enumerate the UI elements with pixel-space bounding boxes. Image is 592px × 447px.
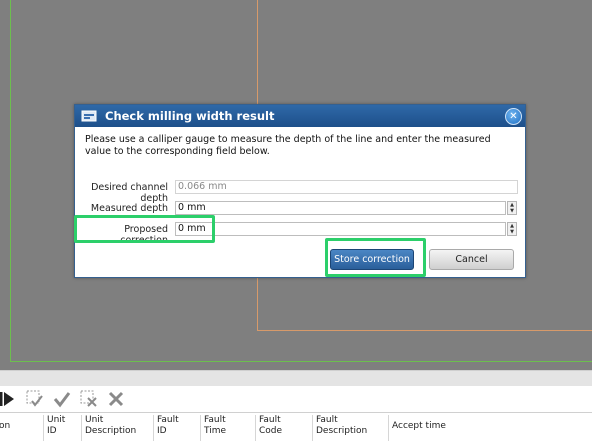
panel-splitter[interactable] <box>0 370 592 386</box>
column-header-fault-description[interactable]: Fault Description <box>312 415 388 441</box>
dialog-instructions: Please use a calliper gauge to measure t… <box>85 134 491 157</box>
fault-grid-header: on Unit ID Unit Description Fault ID Fault T… <box>0 413 592 444</box>
dialog-title: Check milling width result <box>105 109 275 123</box>
column-header-fault-code[interactable]: Fault Code <box>255 415 312 441</box>
workspace-left-border <box>10 0 11 362</box>
column-header-action[interactable]: on <box>0 421 10 447</box>
measured-depth-spinner[interactable]: ▲ ▼ <box>507 201 517 215</box>
highlight-store-correction <box>325 238 426 277</box>
delete-outline-icon[interactable] <box>79 389 99 409</box>
proposed-correction-input[interactable]: 0 mm <box>175 222 506 236</box>
dialog-titlebar[interactable]: Check milling width result ✕ <box>75 105 525 127</box>
column-header-fault-time[interactable]: Fault Time <box>200 415 255 441</box>
column-header-unit-description[interactable]: Unit Description <box>81 415 153 441</box>
measured-depth-label: Measured depth <box>90 203 168 214</box>
app-logo-icon <box>81 108 97 124</box>
proposed-correction-spinner[interactable]: ▲ ▼ <box>507 222 517 236</box>
check-milling-dialog: Check milling width result ✕ Please use … <box>74 104 526 278</box>
desired-depth-label: Desired channel depth <box>91 182 168 204</box>
column-header-accept-time[interactable]: Accept time <box>388 415 592 441</box>
column-header-unit-id[interactable]: Unit ID <box>43 415 81 441</box>
highlight-proposed-correction <box>74 215 215 243</box>
column-header-fault-id[interactable]: Fault ID <box>153 415 200 441</box>
close-icon[interactable] <box>106 389 126 409</box>
workspace-bottom-border <box>10 361 592 362</box>
play-step-icon[interactable] <box>0 389 18 409</box>
confirm-outline-icon[interactable] <box>25 389 45 409</box>
cancel-button[interactable]: Cancel <box>429 249 514 270</box>
desired-depth-field: 0.066 mm <box>175 180 518 194</box>
fault-toolbar <box>0 386 592 412</box>
dialog-close-button[interactable]: ✕ <box>505 108 522 125</box>
measured-depth-input[interactable]: 0 mm <box>175 201 506 215</box>
check-icon[interactable] <box>52 389 72 409</box>
